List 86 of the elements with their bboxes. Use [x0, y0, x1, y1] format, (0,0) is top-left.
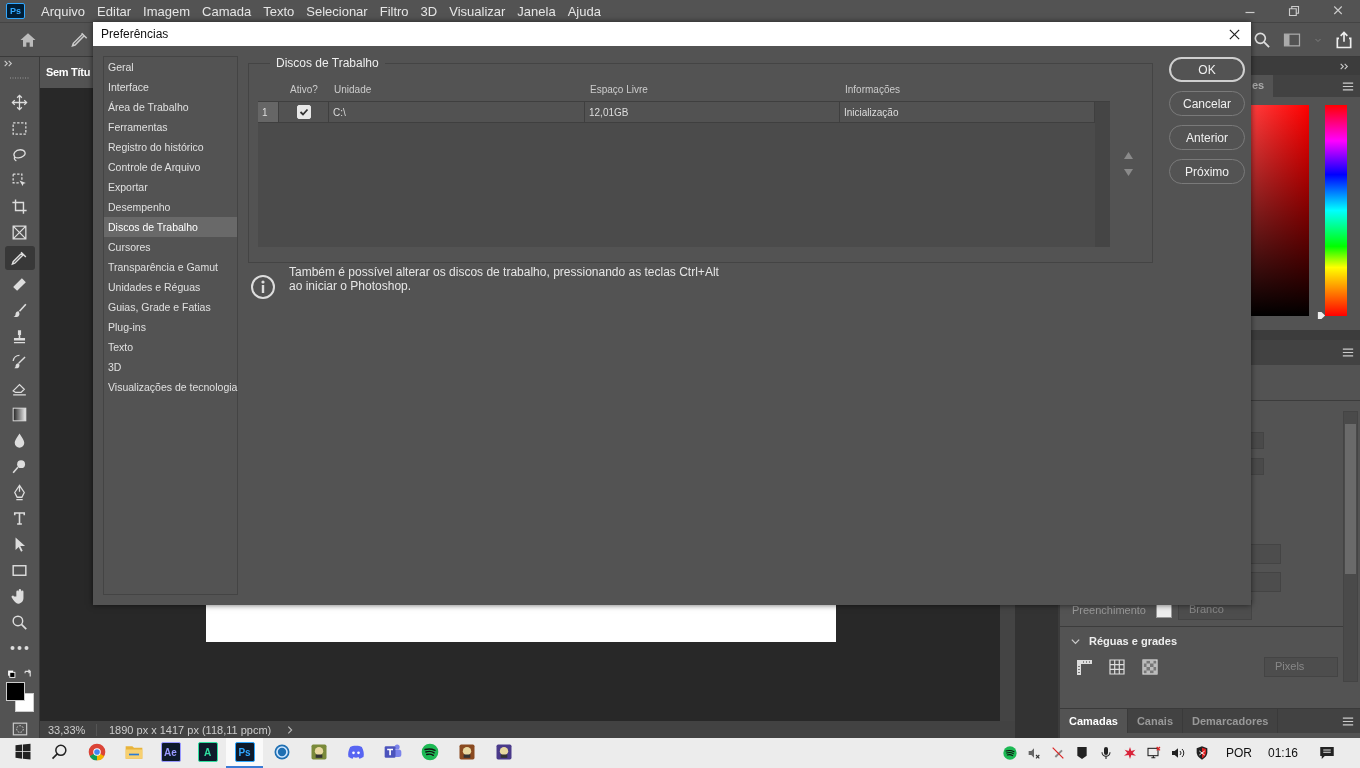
language-indicator[interactable]: POR — [1225, 746, 1252, 760]
category-item[interactable]: Exportar — [104, 177, 237, 197]
dialog-button[interactable]: OK — [1169, 57, 1245, 82]
tool-button[interactable] — [4, 246, 35, 270]
checkerboard-icon[interactable] — [1140, 657, 1160, 677]
row-number: 1 — [258, 102, 279, 122]
taskbar-button[interactable]: A — [189, 738, 226, 768]
column-header[interactable]: Ativo? — [279, 84, 329, 95]
menu-icon[interactable] — [1342, 716, 1354, 726]
menu-item[interactable]: Janela — [511, 3, 562, 19]
more-dots-icon — [10, 645, 29, 651]
app-logo-icon: Ps — [234, 742, 255, 762]
category-item[interactable]: Área de Trabalho — [104, 97, 237, 117]
category-item[interactable]: Registro do histórico — [104, 137, 237, 157]
scrollbar[interactable] — [1343, 411, 1358, 682]
menu-item[interactable]: Ajuda — [561, 3, 607, 19]
category-item[interactable]: Cursores — [104, 237, 237, 257]
scrollbar-thumb[interactable] — [1345, 424, 1356, 574]
crop-icon — [10, 196, 29, 216]
close-icon[interactable] — [1228, 27, 1241, 41]
menu-item[interactable]: Editar — [91, 3, 138, 19]
dialog-button[interactable]: Próximo — [1169, 159, 1245, 184]
spotify-icon — [419, 742, 440, 762]
menu-item[interactable]: Visualizar — [443, 3, 512, 19]
move-arrows-icon — [10, 92, 29, 112]
category-item[interactable]: Discos de Trabalho — [104, 217, 237, 237]
category-item[interactable]: Transparência e Gamut — [104, 257, 237, 277]
document-info: 1890 px x 1417 px (118,11 ppcm) — [108, 724, 272, 736]
panel-tab[interactable]: Camadas — [1060, 709, 1128, 733]
menu-item[interactable]: Texto — [257, 3, 301, 19]
category-item[interactable]: Geral — [104, 57, 237, 77]
info-icon — [250, 274, 276, 300]
panel-tab[interactable]: Canais — [1127, 709, 1183, 733]
menu-item[interactable]: Arquivo — [35, 3, 92, 19]
table-cell: 12,01GB — [585, 102, 840, 122]
menu-item[interactable]: Camada — [196, 3, 258, 19]
ruler-icon[interactable] — [1074, 657, 1094, 677]
category-item[interactable]: Unidades e Réguas — [104, 277, 237, 297]
category-item[interactable]: Texto — [104, 337, 237, 357]
column-header[interactable]: Unidade — [329, 84, 585, 95]
search-icon — [49, 742, 70, 762]
share-icon[interactable] — [1334, 29, 1354, 50]
hue-slider[interactable] — [1317, 105, 1347, 316]
dialog-button[interactable]: Cancelar — [1169, 91, 1245, 116]
menu-item[interactable]: Filtro — [373, 3, 415, 19]
color-swatches-icon[interactable] — [5, 682, 34, 712]
category-item[interactable]: Ferramentas — [104, 117, 237, 137]
network-monitor-icon[interactable] — [1145, 745, 1162, 761]
section-title: Réguas e grades — [1089, 635, 1178, 647]
clock[interactable]: 01:16 — [1267, 746, 1298, 760]
menu-icon[interactable] — [1342, 81, 1354, 91]
info-text: Também é possível alterar os discos de trabalho, pressionando as teclas Ctrl+Alt — [289, 265, 719, 279]
column-header[interactable]: Informações — [840, 84, 1095, 95]
dialog-button[interactable]: Anterior — [1169, 125, 1245, 150]
table-cell: C:\ — [329, 102, 585, 122]
app-logo: Ps — [6, 3, 25, 19]
app-logo-icon: Ae — [160, 742, 181, 762]
fill-label: Preenchimento — [1072, 604, 1147, 616]
category-item[interactable]: 3D — [104, 357, 237, 377]
taskbar-button[interactable]: Ps — [226, 738, 263, 768]
menu-item[interactable]: Imagem — [137, 3, 197, 19]
grid-icon[interactable] — [1107, 657, 1127, 677]
chrome-icon — [86, 742, 107, 762]
category-item[interactable]: Visualizações de tecnologia — [104, 377, 237, 397]
column-header[interactable]: Espaço Livre — [585, 84, 840, 95]
taskbar-button[interactable]: Ae — [152, 738, 189, 768]
hue-slider-thumb[interactable] — [1317, 311, 1326, 320]
menu-icon[interactable] — [1342, 348, 1354, 357]
checkbox[interactable] — [296, 105, 311, 119]
category-item[interactable]: Plug-ins — [104, 317, 237, 337]
category-item[interactable]: Controle de Arquivo — [104, 157, 237, 177]
splash-icon[interactable] — [1121, 745, 1138, 761]
zoom-level[interactable]: 33,33% — [40, 724, 97, 736]
menu-item[interactable]: Selecionar — [300, 3, 374, 19]
group-title: Discos de Trabalho — [275, 56, 380, 70]
category-item[interactable]: Desempenho — [104, 197, 237, 217]
dialog-title: Preferências — [101, 27, 169, 41]
menu-item[interactable]: 3D — [414, 3, 444, 19]
category-item[interactable]: Guias, Grade e Fatias — [104, 297, 237, 317]
category-item[interactable]: Interface — [104, 77, 237, 97]
checkmark-icon — [297, 106, 310, 118]
app-logo-icon: A — [197, 742, 218, 762]
panel-tab[interactable]: Demarcadores — [1183, 709, 1279, 733]
spotify-icon[interactable] — [1001, 745, 1018, 761]
panel-tab[interactable]: es — [1250, 75, 1274, 97]
info-text: ao iniciar o Photoshop. — [289, 279, 413, 293]
